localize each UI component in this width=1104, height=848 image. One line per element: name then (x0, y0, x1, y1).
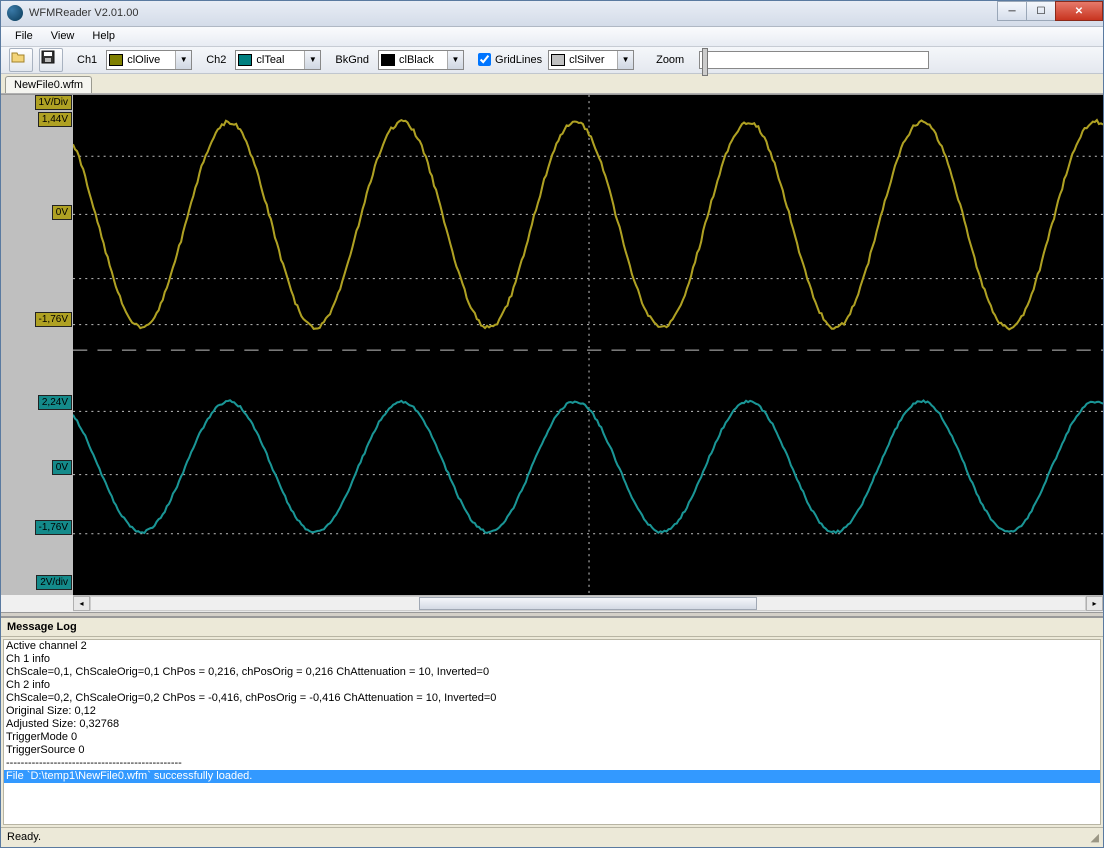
log-line[interactable]: TriggerSource 0 (4, 744, 1100, 757)
log-line[interactable]: Ch 2 info (4, 679, 1100, 692)
log-line[interactable]: TriggerMode 0 (4, 731, 1100, 744)
ch1-color-combo[interactable]: clOlive ▼ (106, 50, 192, 70)
ch1-swatch (109, 54, 123, 66)
grid-color-combo[interactable]: clSilver ▼ (548, 50, 634, 70)
waveform-plot[interactable] (73, 95, 1103, 595)
ch1-max-label: 1,44V (38, 112, 72, 127)
open-button[interactable] (9, 48, 33, 72)
chevron-down-icon: ▼ (175, 51, 191, 69)
minimize-button[interactable] (997, 1, 1027, 21)
ch1-scale-label: 1V/Div (35, 95, 72, 110)
menu-help[interactable]: Help (84, 28, 123, 44)
scroll-thumb[interactable] (419, 597, 757, 610)
log-line[interactable]: Active channel 2 (4, 640, 1100, 653)
log-body[interactable]: Active channel 2Ch 1 infoChScale=0,1, Ch… (3, 639, 1101, 825)
zoom-label: Zoom (656, 54, 684, 66)
log-line[interactable]: ----------------------------------------… (4, 757, 1100, 770)
menu-view[interactable]: View (43, 28, 83, 44)
scroll-right-button[interactable]: ▸ (1086, 596, 1103, 611)
bkgnd-color-combo[interactable]: clBlack ▼ (378, 50, 464, 70)
folder-open-icon (10, 49, 32, 71)
grid-color-text: clSilver (569, 54, 617, 66)
ch1-color-text: clOlive (127, 54, 175, 66)
window-title: WFMReader V2.01.00 (29, 7, 138, 19)
zoom-slider[interactable] (699, 51, 929, 69)
menu-file[interactable]: File (7, 28, 41, 44)
waveform-svg (73, 95, 1103, 595)
grid-swatch (551, 54, 565, 66)
status-text: Ready. (7, 831, 41, 843)
ch2-label: Ch2 (206, 54, 226, 66)
ch2-min-label: -1,76V (35, 520, 72, 535)
gridlines-checkbox[interactable]: GridLines (478, 53, 542, 66)
log-line[interactable]: Adjusted Size: 0,32768 (4, 718, 1100, 731)
gridlines-input[interactable] (478, 53, 491, 66)
log-line[interactable]: ChScale=0,1, ChScaleOrig=0,1 ChPos = 0,2… (4, 666, 1100, 679)
ch2-color-text: clTeal (256, 54, 304, 66)
maximize-button[interactable] (1026, 1, 1056, 21)
ch2-color-combo[interactable]: clTeal ▼ (235, 50, 321, 70)
gridlines-label: GridLines (495, 54, 542, 66)
log-line[interactable]: ChScale=0,2, ChScaleOrig=0,2 ChPos = -0,… (4, 692, 1100, 705)
ch2-scale-label: 2V/div (36, 575, 72, 590)
floppy-save-icon (40, 49, 62, 71)
chevron-down-icon: ▼ (617, 51, 633, 69)
bkgnd-color-text: clBlack (399, 54, 447, 66)
close-button[interactable] (1055, 1, 1103, 21)
ch2-swatch (238, 54, 252, 66)
ch1-zero-label: 0V (52, 205, 72, 220)
bkgnd-swatch (381, 54, 395, 66)
ch1-label: Ch1 (77, 54, 97, 66)
log-title: Message Log (1, 618, 1103, 637)
ch2-zero-label: 0V (52, 460, 72, 475)
log-line[interactable]: Original Size: 0,12 (4, 705, 1100, 718)
log-line-selected[interactable]: File `D:\temp1\NewFile0.wfm` successfull… (4, 770, 1100, 783)
ch2-max-label: 2,24V (38, 395, 72, 410)
file-tab[interactable]: NewFile0.wfm (5, 76, 92, 93)
log-line[interactable]: Ch 1 info (4, 653, 1100, 666)
chevron-down-icon: ▼ (447, 51, 463, 69)
bkgnd-label: BkGnd (335, 54, 369, 66)
resize-grip-icon[interactable]: ◢ (1091, 831, 1097, 844)
ch1-min-label: -1,76V (35, 312, 72, 327)
app-icon (7, 5, 23, 21)
y-axis-gutter: 1V/Div 1,44V 0V -1,76V 2,24V 0V -1,76V 2… (1, 95, 73, 595)
scroll-left-button[interactable]: ◂ (73, 596, 90, 611)
scroll-track[interactable] (90, 596, 1086, 611)
chevron-down-icon: ▼ (304, 51, 320, 69)
save-button[interactable] (39, 48, 63, 72)
